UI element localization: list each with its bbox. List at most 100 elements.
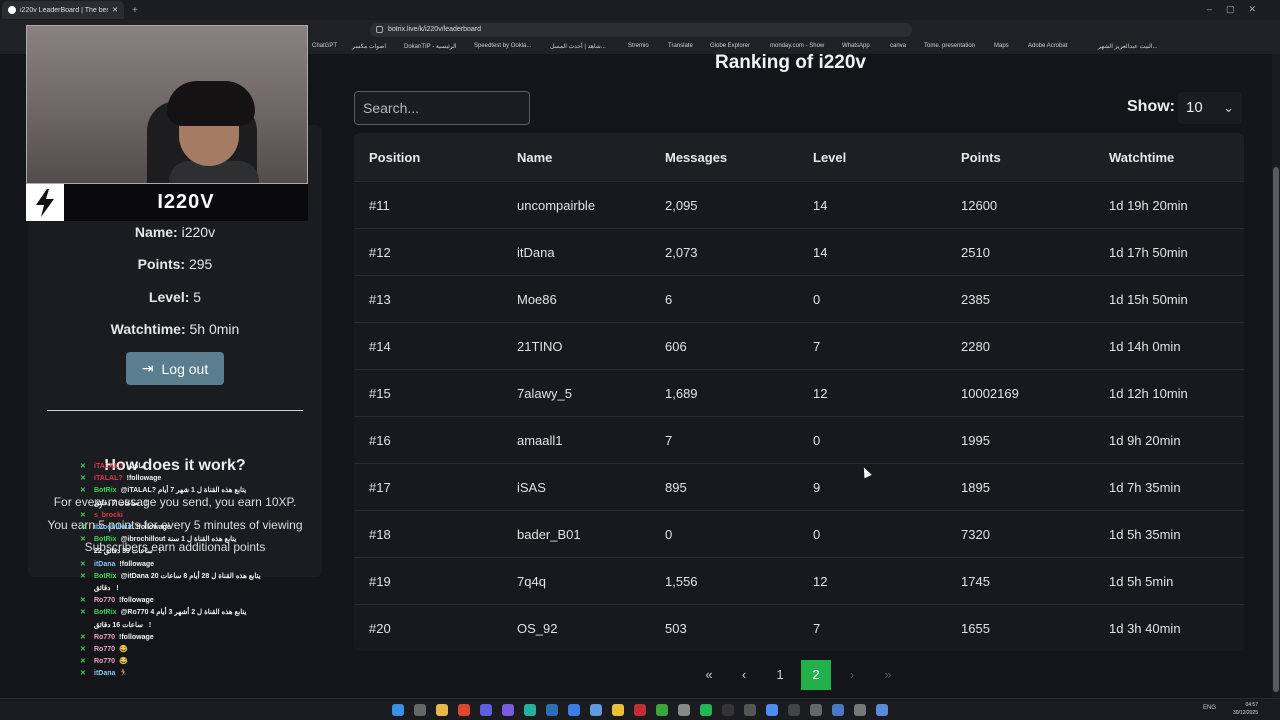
bookmark-item[interactable]: Speedtest by Ookla... — [474, 43, 531, 49]
folder-icon[interactable] — [436, 704, 448, 716]
cell-name: OS_92 — [517, 621, 558, 636]
chat-message: ساعات 16 دقائق ! — [80, 621, 280, 633]
bookmark-item[interactable]: Globe Explorer — [710, 43, 750, 49]
profile-watchtime: Watchtime: 5h 0min — [28, 321, 322, 337]
cell-messages: 2,073 — [665, 245, 698, 260]
tab-close-icon[interactable]: ✕ — [112, 6, 118, 14]
chat-badge-icon: ✕ — [80, 475, 86, 483]
bookmark-item[interactable]: Translate — [668, 43, 693, 49]
cell-name: 7q4q — [517, 574, 546, 589]
cell-watchtime: 1d 12h 10min — [1109, 386, 1188, 401]
app-icon[interactable] — [480, 704, 492, 716]
bookmark-item[interactable]: اصوات مكسر — [352, 43, 386, 50]
col-points[interactable]: Points — [961, 150, 1001, 165]
search-icon[interactable] — [414, 704, 426, 716]
table-row: #18 bader_B01 0 0 7320 1d 5h 35min — [354, 510, 1244, 557]
col-level[interactable]: Level — [813, 150, 846, 165]
points-label: Points: — [137, 256, 186, 272]
cell-position: #19 — [369, 574, 391, 589]
app-icon[interactable] — [612, 704, 624, 716]
bookmark-item[interactable]: Adobe Acrobat — [1028, 43, 1067, 49]
cell-messages: 606 — [665, 339, 687, 354]
page-scrollbar[interactable] — [1272, 54, 1280, 698]
cell-messages: 6 — [665, 292, 673, 307]
last-page-button[interactable]: » — [873, 660, 903, 690]
url-text: botrix.live/k/i220v/leaderboard — [388, 26, 481, 33]
col-position[interactable]: Position — [369, 150, 420, 165]
app-icon[interactable] — [524, 704, 536, 716]
site-info-icon[interactable] — [376, 26, 383, 33]
cell-watchtime: 1d 5h 35min — [1109, 527, 1181, 542]
card-divider — [47, 410, 303, 411]
logout-button[interactable]: ⇥ Log out — [126, 352, 224, 385]
bookmark-item[interactable]: canva — [890, 43, 906, 49]
chrome-icon[interactable] — [766, 704, 778, 716]
cell-level: 7 — [813, 621, 821, 636]
table-row: #17 iSAS 895 9 1895 1d 7h 35min — [354, 463, 1244, 510]
browser-tab[interactable]: i220v LeaderBoard | The best Ch ✕ — [2, 1, 124, 19]
first-page-button[interactable]: « — [694, 660, 724, 690]
system-clock[interactable]: 04:57 30/12/2025 — [1233, 701, 1258, 717]
url-field[interactable]: botrix.live/k/i220v/leaderboard — [370, 23, 912, 37]
chat-username: itDana — [94, 560, 116, 568]
cell-position: #18 — [369, 527, 391, 542]
bookmark-item[interactable]: Tome. presentation — [924, 43, 975, 49]
app-icon[interactable] — [634, 704, 646, 716]
prev-page-button[interactable]: ‹ — [729, 660, 759, 690]
app-icon[interactable] — [788, 704, 800, 716]
settings-icon[interactable] — [854, 704, 866, 716]
cell-position: #13 — [369, 292, 391, 307]
cell-level: 0 — [813, 292, 821, 307]
app-icon[interactable] — [876, 704, 888, 716]
bookmark-item[interactable]: البيت عبدالعزيز الشهر... — [1098, 43, 1158, 50]
chat-text: @itDana يتابع هذه القناة ل 28 أيام 8 ساع… — [120, 572, 261, 580]
spotify-icon[interactable] — [700, 704, 712, 716]
app-icon[interactable] — [810, 704, 822, 716]
start-icon[interactable] — [392, 704, 404, 716]
bookmark-item[interactable]: ChatGPT — [312, 43, 337, 49]
cell-position: #12 — [369, 245, 391, 260]
browser-icon[interactable] — [458, 704, 470, 716]
app-icon[interactable] — [502, 704, 514, 716]
app-icon[interactable] — [568, 704, 580, 716]
app-icon[interactable] — [722, 704, 734, 716]
logout-label: Log out — [161, 360, 209, 377]
col-name[interactable]: Name — [517, 150, 552, 165]
webcam-hair — [167, 81, 255, 126]
banner-name: I220V — [157, 191, 215, 213]
cell-watchtime: 1d 19h 20min — [1109, 198, 1188, 213]
app-icon[interactable] — [678, 704, 690, 716]
cell-messages: 503 — [665, 621, 687, 636]
chat-badge-icon: ✕ — [80, 511, 86, 519]
cell-watchtime: 1d 9h 20min — [1109, 433, 1181, 448]
col-messages[interactable]: Messages — [665, 150, 727, 165]
page-2-button[interactable]: 2 — [801, 660, 831, 690]
chat-badge-icon: ✕ — [80, 670, 86, 678]
steam-icon[interactable] — [546, 704, 558, 716]
cell-level: 14 — [813, 245, 828, 260]
page-1-button[interactable]: 1 — [765, 660, 795, 690]
watchtime-label: Watchtime: — [110, 321, 186, 337]
bookmark-item[interactable]: Maps — [994, 43, 1009, 49]
language-indicator[interactable]: ENG — [1203, 705, 1216, 711]
app-icon[interactable] — [832, 704, 844, 716]
search-input[interactable] — [354, 91, 530, 125]
app-icon[interactable] — [590, 704, 602, 716]
next-page-button[interactable]: › — [837, 660, 867, 690]
bookmark-item[interactable]: monday.com - Show — [770, 43, 824, 49]
xbox-icon[interactable] — [656, 704, 668, 716]
window-controls[interactable]: –▢✕ — [1207, 4, 1270, 15]
webcam-overlay — [26, 25, 308, 184]
bookmark-item[interactable]: شاهد | أحدث المسل... — [550, 43, 606, 50]
page-size-select[interactable]: 10 ⌄ — [1178, 92, 1242, 124]
new-tab-icon[interactable]: + — [132, 5, 138, 16]
bookmark-item[interactable]: DokanTIP - الرئيسية — [404, 43, 457, 50]
bookmark-item[interactable]: Stremio — [628, 43, 649, 49]
bookmark-item[interactable]: WhatsApp — [842, 43, 870, 49]
chat-text: دقائق ! — [94, 585, 119, 592]
chat-text: !followage — [119, 597, 154, 605]
page-size-value: 10 — [1186, 99, 1203, 116]
col-watchtime[interactable]: Watchtime — [1109, 150, 1174, 165]
scrollbar-thumb[interactable] — [1273, 167, 1279, 692]
app-icon[interactable] — [744, 704, 756, 716]
